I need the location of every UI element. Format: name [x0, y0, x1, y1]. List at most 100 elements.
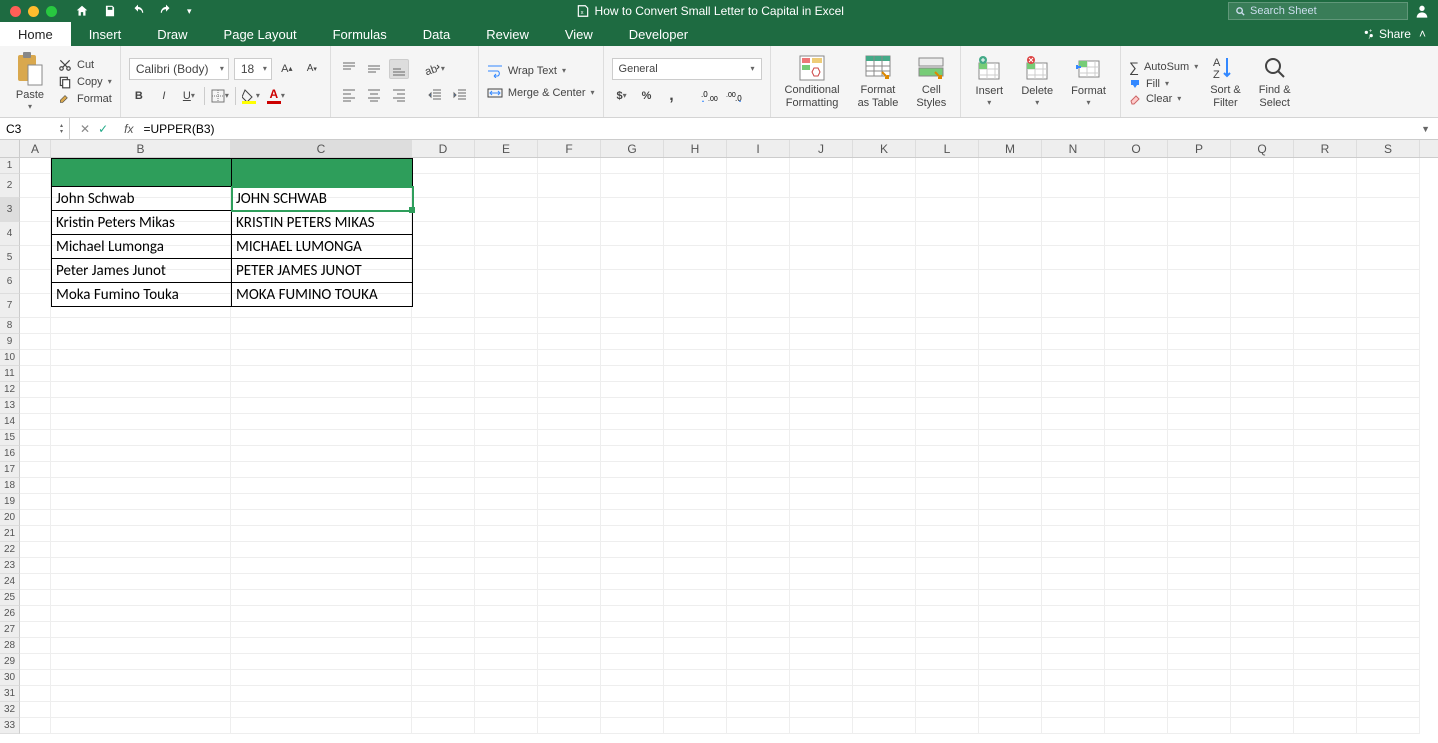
- row-header[interactable]: 11: [0, 366, 20, 382]
- cell[interactable]: [916, 446, 979, 462]
- cell[interactable]: [853, 398, 916, 414]
- merge-center-button[interactable]: Merge & Center: [487, 86, 595, 100]
- accounting-format-button[interactable]: $: [612, 86, 632, 106]
- cell[interactable]: [20, 366, 51, 382]
- cell[interactable]: [853, 686, 916, 702]
- cell[interactable]: [916, 638, 979, 654]
- cell[interactable]: [538, 526, 601, 542]
- cell[interactable]: [1168, 318, 1231, 334]
- cell[interactable]: [475, 558, 538, 574]
- cell[interactable]: [1294, 398, 1357, 414]
- cell[interactable]: [1231, 158, 1294, 174]
- cell[interactable]: [1294, 542, 1357, 558]
- cell[interactable]: [475, 606, 538, 622]
- cell[interactable]: [1042, 526, 1105, 542]
- cell[interactable]: [1042, 606, 1105, 622]
- align-top-button[interactable]: [339, 59, 359, 79]
- cell[interactable]: [601, 542, 664, 558]
- cell[interactable]: [790, 718, 853, 734]
- worksheet-grid[interactable]: A B C D E F G H I J K L M N O P Q R S 12…: [0, 140, 1438, 734]
- cell[interactable]: [231, 494, 412, 510]
- cell[interactable]: [916, 462, 979, 478]
- cell[interactable]: [916, 478, 979, 494]
- cell[interactable]: [1294, 294, 1357, 318]
- cell[interactable]: [1231, 398, 1294, 414]
- cell[interactable]: [1042, 686, 1105, 702]
- cut-button[interactable]: Cut: [58, 58, 112, 72]
- cell[interactable]: [1105, 654, 1168, 670]
- cell[interactable]: [538, 318, 601, 334]
- cell[interactable]: [20, 590, 51, 606]
- cell[interactable]: [979, 222, 1042, 246]
- cell[interactable]: [1105, 718, 1168, 734]
- col-header[interactable]: F: [538, 140, 601, 157]
- cell[interactable]: [475, 462, 538, 478]
- cell[interactable]: [231, 350, 412, 366]
- comma-format-button[interactable]: ,: [662, 86, 682, 106]
- col-header[interactable]: B: [51, 140, 231, 157]
- cell[interactable]: [1294, 670, 1357, 686]
- cell[interactable]: [20, 462, 51, 478]
- cell[interactable]: [538, 654, 601, 670]
- cell[interactable]: [664, 670, 727, 686]
- cell[interactable]: [412, 382, 475, 398]
- cell[interactable]: [1168, 494, 1231, 510]
- cell[interactable]: [51, 446, 231, 462]
- cell[interactable]: [412, 494, 475, 510]
- cell[interactable]: [853, 606, 916, 622]
- cell[interactable]: [853, 574, 916, 590]
- cell[interactable]: [475, 702, 538, 718]
- cell[interactable]: [664, 622, 727, 638]
- row-header[interactable]: 18: [0, 478, 20, 494]
- cell[interactable]: [20, 654, 51, 670]
- cell[interactable]: [1105, 574, 1168, 590]
- cell[interactable]: [1042, 382, 1105, 398]
- cell[interactable]: [538, 198, 601, 222]
- cell[interactable]: [664, 574, 727, 590]
- cell[interactable]: [1168, 294, 1231, 318]
- col-header[interactable]: Q: [1231, 140, 1294, 157]
- row-header[interactable]: 26: [0, 606, 20, 622]
- cell[interactable]: [538, 382, 601, 398]
- cell[interactable]: [1294, 430, 1357, 446]
- cell[interactable]: [853, 622, 916, 638]
- col-header[interactable]: E: [475, 140, 538, 157]
- cell[interactable]: [727, 638, 790, 654]
- cell[interactable]: [20, 334, 51, 350]
- cell[interactable]: [1105, 246, 1168, 270]
- cell[interactable]: [1357, 510, 1420, 526]
- cell[interactable]: [1105, 270, 1168, 294]
- cell[interactable]: [1168, 270, 1231, 294]
- cell[interactable]: [601, 654, 664, 670]
- cell[interactable]: [1168, 222, 1231, 246]
- cell[interactable]: [1294, 478, 1357, 494]
- cell[interactable]: [916, 654, 979, 670]
- cell[interactable]: PETER JAMES JUNOT: [232, 259, 413, 283]
- cell[interactable]: [664, 246, 727, 270]
- cell[interactable]: [538, 510, 601, 526]
- cell[interactable]: [231, 590, 412, 606]
- cell[interactable]: [20, 510, 51, 526]
- cell[interactable]: [790, 158, 853, 174]
- cell[interactable]: [1042, 198, 1105, 222]
- col-header[interactable]: O: [1105, 140, 1168, 157]
- col-header[interactable]: H: [664, 140, 727, 157]
- cell[interactable]: [20, 198, 51, 222]
- align-right-button[interactable]: [389, 85, 409, 105]
- cell[interactable]: [538, 222, 601, 246]
- cell[interactable]: [1042, 638, 1105, 654]
- cell[interactable]: [475, 526, 538, 542]
- cell[interactable]: [727, 622, 790, 638]
- cell[interactable]: [727, 702, 790, 718]
- cell[interactable]: [1294, 622, 1357, 638]
- cell[interactable]: [475, 158, 538, 174]
- cell[interactable]: [790, 702, 853, 718]
- cell[interactable]: [1168, 198, 1231, 222]
- cell[interactable]: [1042, 542, 1105, 558]
- cell[interactable]: [1042, 294, 1105, 318]
- percent-format-button[interactable]: %: [637, 86, 657, 106]
- cell[interactable]: [979, 446, 1042, 462]
- row-header[interactable]: 7: [0, 294, 20, 318]
- cell[interactable]: [727, 686, 790, 702]
- col-header[interactable]: D: [412, 140, 475, 157]
